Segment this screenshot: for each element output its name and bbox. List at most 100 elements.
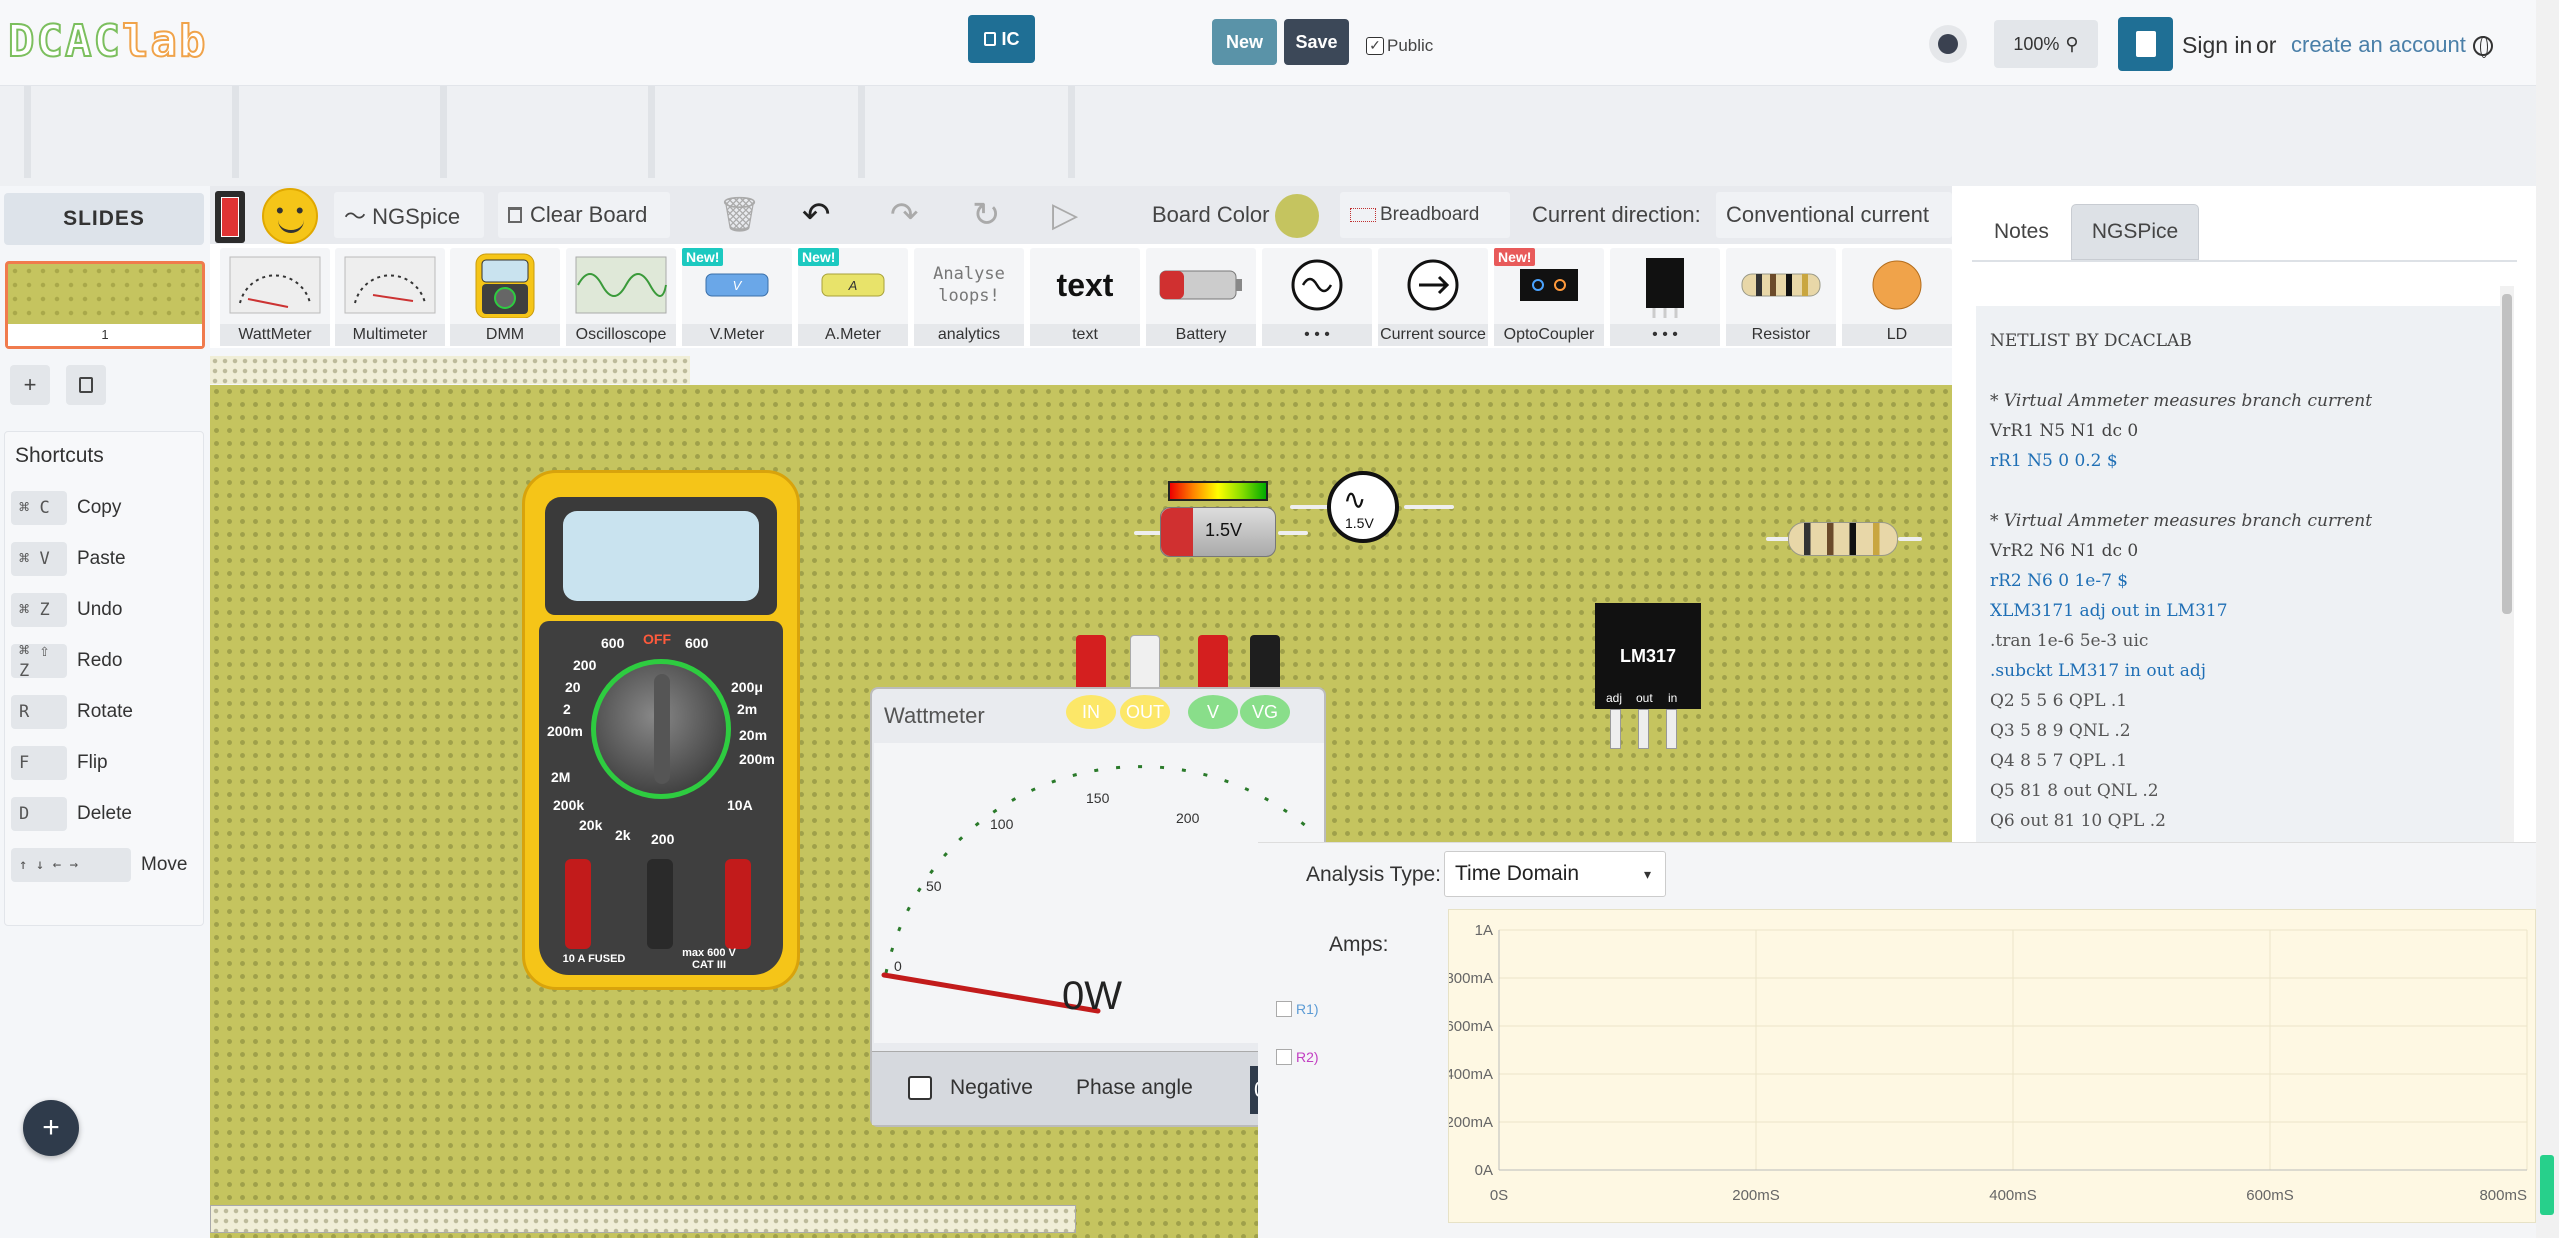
user-avatar-icon[interactable] [1929, 25, 1967, 63]
undo-icon[interactable]: ↶ [802, 198, 831, 232]
battery-voltage-label: 1.5V [1205, 520, 1243, 540]
ic-button[interactable]: IC [968, 15, 1035, 63]
power-switch[interactable] [215, 191, 245, 243]
battery-component[interactable]: 1.5V [1160, 507, 1276, 557]
refresh-icon[interactable]: ↻ [972, 198, 1001, 232]
amps-label: Amps: [1329, 933, 1389, 956]
palette-item-ic[interactable]: • • • [1610, 248, 1720, 346]
duplicate-slide-button[interactable] [66, 365, 106, 405]
dmm-range-label: 20 [565, 679, 581, 695]
dmm-component[interactable]: OFF 600 600 200 20 2 200m 2M 200k 20k 2k… [522, 470, 800, 990]
globe-icon[interactable] [2473, 36, 2493, 58]
current-plot[interactable]: 0A 200mA 400mA 600mA 800mA 1A 0S 200mS 400mS 600m… [1445, 909, 2536, 1223]
dmm-jack-left-label: 10 A FUSED [562, 953, 626, 965]
or-text: or [2256, 32, 2277, 58]
shortcut-copy: ⌘ C Copy [11, 482, 197, 533]
resistor-component[interactable] [1788, 522, 1898, 556]
netlist-scrollbar[interactable] [2500, 286, 2514, 842]
palette-label: Oscilloscope [566, 324, 676, 346]
legend-r1[interactable]: R1) [1276, 1001, 1319, 1017]
negative-checkbox[interactable] [908, 1076, 932, 1100]
palette-item-wattmeter[interactable]: WattMeter [220, 248, 330, 346]
legend-r1-checkbox[interactable] [1276, 1001, 1292, 1017]
wire[interactable] [1898, 537, 1922, 541]
dmm-range-label: 200 [573, 657, 597, 673]
dmm-range-label: 200μ [731, 679, 763, 695]
add-slide-button[interactable]: + [10, 365, 50, 405]
legend-r2-checkbox[interactable] [1276, 1049, 1292, 1065]
palette-item-vmeter[interactable]: V New! V.Meter [682, 248, 792, 346]
board-color-swatch[interactable] [1275, 194, 1319, 238]
palette-item-current-source[interactable]: Current source [1378, 248, 1488, 346]
clear-board-button[interactable]: Clear Board [498, 192, 670, 238]
palette-item-ameter[interactable]: A New! A.Meter [798, 248, 908, 346]
lm317-pin-in[interactable] [1666, 709, 1677, 749]
shortcut-label: Undo [77, 598, 123, 620]
palette-item-multimeter[interactable]: Multimeter [335, 248, 445, 346]
palette-item-text[interactable]: text text [1030, 248, 1140, 346]
public-toggle[interactable]: ✓ Public [1366, 36, 1433, 56]
palette-item-battery[interactable]: Battery [1146, 248, 1256, 346]
palette-item-optocoupler[interactable]: New! OptoCoupler [1494, 248, 1604, 346]
save-button[interactable]: Save [1284, 19, 1349, 65]
analysis-type-select[interactable]: Time Domain [1444, 851, 1666, 897]
dmm-jack-com[interactable] [647, 859, 673, 949]
search-icon: ⚲ [2065, 33, 2079, 54]
redo-icon[interactable]: ↷ [890, 198, 919, 232]
zoom-control[interactable]: 100% ⚲ [1994, 20, 2098, 68]
ic-chip-icon [1618, 252, 1712, 318]
palette-item-ac-source[interactable]: • • • [1262, 248, 1372, 346]
netlist-view[interactable]: NETLIST BY DCACLAB * Virtual Ammeter mea… [1976, 306, 2500, 842]
ac-source-component[interactable]: ∿ 1.5V [1327, 471, 1399, 543]
new-button[interactable]: New [1212, 19, 1277, 65]
wire[interactable] [1404, 505, 1454, 509]
wattmeter-scale-label: 100 [990, 816, 1014, 832]
breadboard-button[interactable]: Breadboard [1340, 192, 1510, 238]
palette-item-dmm[interactable]: DMM [450, 248, 560, 346]
tab-notes[interactable]: Notes [1974, 204, 2069, 260]
dmm-rotary-dial[interactable] [591, 659, 731, 799]
dmm-range-label: 200m [547, 723, 583, 739]
shortcut-keys: D [11, 796, 67, 831]
wire[interactable] [1278, 531, 1308, 535]
dmm-range-label: 20k [579, 817, 603, 833]
secondary-bar [0, 86, 2536, 186]
dmm-jack-v[interactable] [725, 859, 751, 949]
palette-item-resistor[interactable]: Resistor [1726, 248, 1836, 346]
palette-label: V.Meter [682, 324, 792, 346]
lm317-pin-out[interactable] [1638, 709, 1649, 749]
palette-item-oscilloscope[interactable]: Oscilloscope [566, 248, 676, 346]
dcaclab-logo[interactable]: DCAClab [7, 15, 207, 68]
palette-item-analytics[interactable]: Analyse loops! analytics [914, 248, 1024, 346]
lm317-pin-adj[interactable] [1610, 709, 1621, 749]
wattmeter-scale-label: 0 [894, 958, 902, 974]
oscilloscope-icon [574, 252, 668, 318]
dmm-range-label: 2k [615, 827, 631, 843]
palette-item-ldr[interactable]: LD [1842, 248, 1952, 346]
smiley-icon[interactable] [262, 188, 318, 244]
lm317-pin-label: in [1668, 691, 1678, 705]
ngspice-button[interactable]: 〜 NGSpice [334, 192, 484, 238]
chart-y-tick-label: 600mA [1449, 1018, 1493, 1035]
sign-in-link[interactable]: Sign in [2182, 32, 2252, 59]
current-direction-select[interactable]: Conventional current [1716, 192, 1952, 238]
legend-r2[interactable]: R2) [1276, 1049, 1319, 1065]
dmm-jack-10a[interactable] [565, 859, 591, 949]
wire[interactable] [1290, 505, 1330, 509]
wire[interactable] [1766, 537, 1790, 541]
add-fab-button[interactable]: + [23, 1100, 79, 1156]
shortcut-keys: ⌘ C [11, 490, 67, 525]
create-account-link[interactable]: create an account [2291, 32, 2466, 58]
slide-thumbnail[interactable]: 1 [5, 261, 205, 349]
public-checkbox[interactable]: ✓ [1366, 37, 1384, 55]
phase-angle-label: Phase angle [1076, 1076, 1193, 1099]
tab-ngspice[interactable]: NGSPice [2070, 204, 2200, 260]
shortcut-keys: ⌘ V [11, 541, 67, 576]
document-icon[interactable] [2118, 17, 2173, 71]
netlist-line: Q2 5 5 6 QPL .1 [1990, 691, 2128, 711]
page-scrollbar[interactable] [2536, 0, 2559, 1238]
netlist-line: * Virtual Ammeter measures branch curren… [1990, 391, 2373, 411]
shortcut-keys: ↑ ↓ ← → [11, 847, 131, 882]
trash-icon[interactable]: 🗑 [718, 198, 761, 232]
flip-icon[interactable]: ▷ [1052, 198, 1078, 232]
